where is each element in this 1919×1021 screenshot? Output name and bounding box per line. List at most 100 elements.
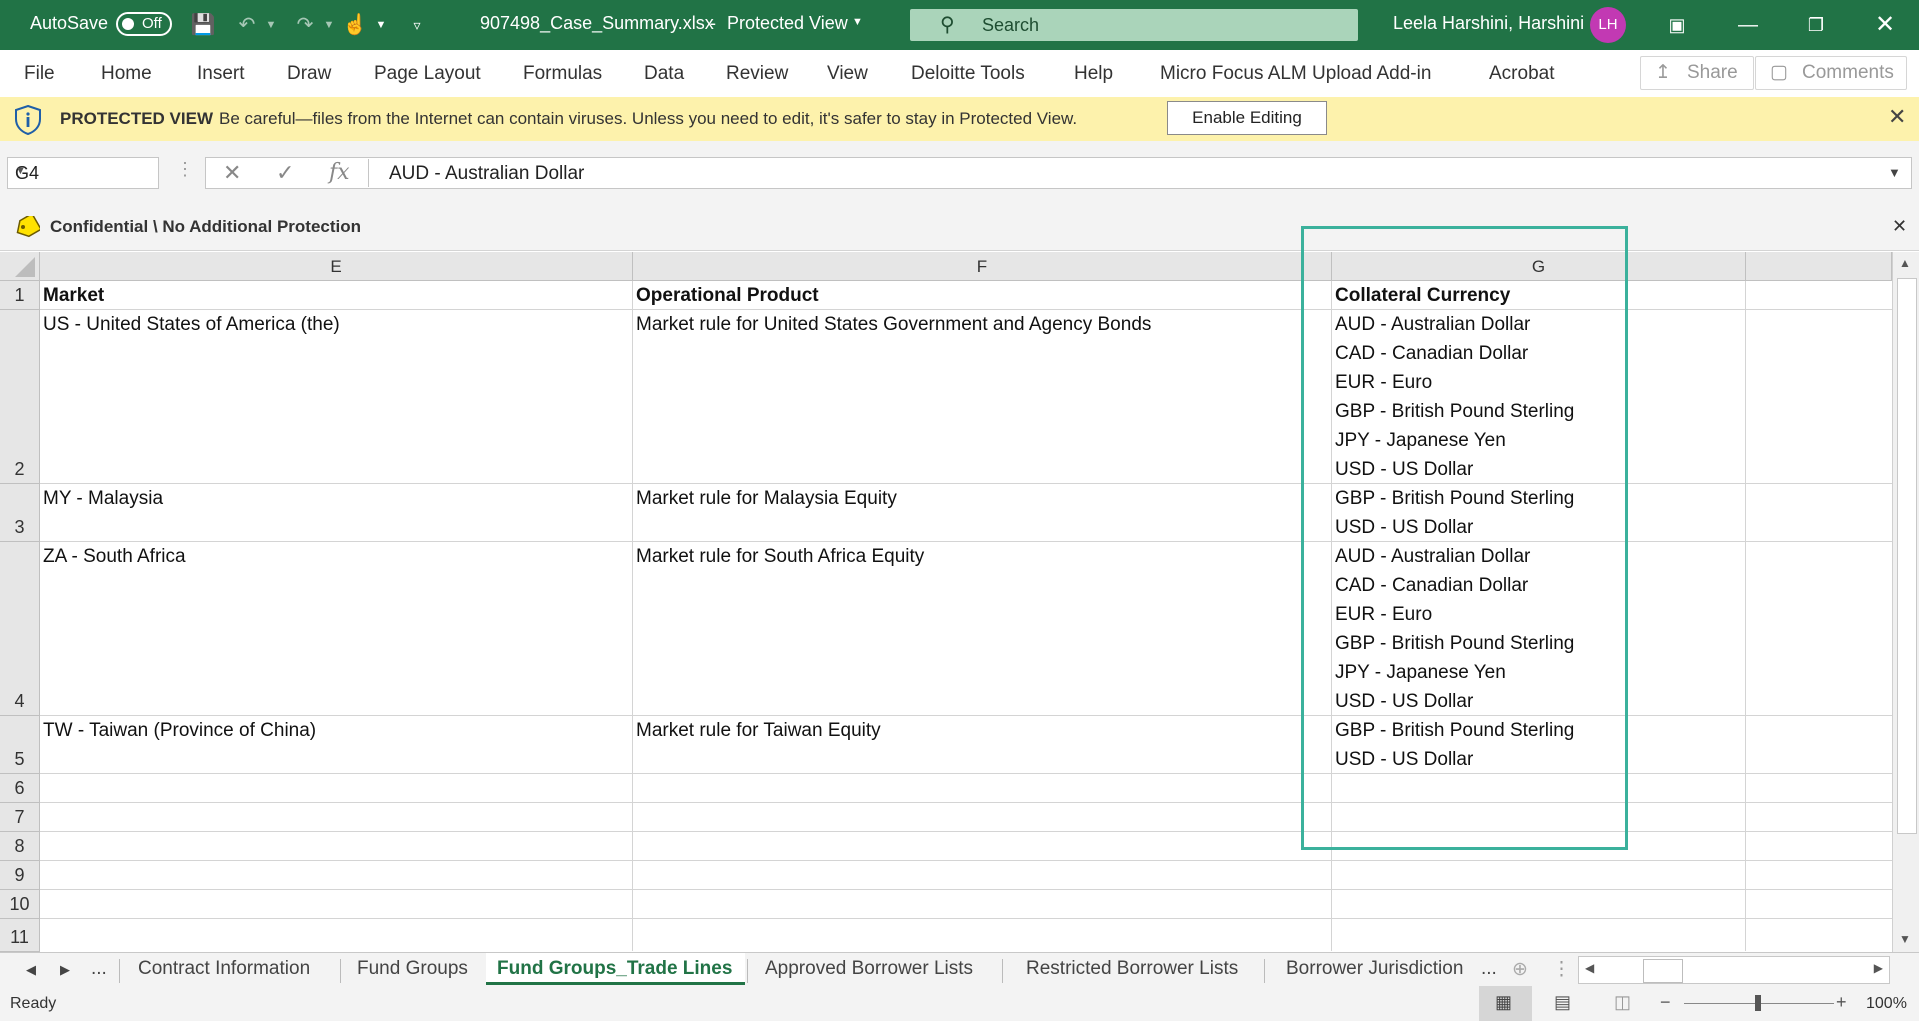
undo-dropdown-icon[interactable]: ▼ [258, 12, 284, 38]
row-header-1[interactable]: 1 [0, 281, 40, 310]
page-break-view-icon[interactable]: ◫ [1614, 992, 1631, 1013]
undo-icon[interactable]: ↶ [234, 12, 260, 38]
redo-dropdown-icon[interactable]: ▼ [316, 12, 342, 38]
comments-button[interactable]: ▢ Comments [1755, 56, 1907, 90]
row-header-5[interactable]: 5 [0, 716, 40, 774]
scroll-down-icon[interactable]: ▼ [1899, 932, 1911, 946]
scroll-thumb[interactable] [1643, 959, 1683, 983]
horizontal-scrollbar[interactable]: ◀ ▶ [1578, 956, 1890, 984]
sheet-tab-fund-groups-trade-lines[interactable]: Fund Groups_Trade Lines [497, 958, 732, 980]
tab-separator [340, 959, 341, 983]
cell-market[interactable]: TW - Taiwan (Province of China) [43, 716, 316, 745]
zoom-out-icon[interactable]: − [1660, 992, 1671, 1013]
page-layout-view-icon[interactable]: ▤ [1554, 992, 1571, 1013]
tab-page-layout[interactable]: Page Layout [374, 63, 481, 85]
sensitivity-label[interactable]: Confidential \ No Additional Protection [50, 217, 361, 237]
close-icon[interactable]: ✕ [1892, 216, 1907, 237]
tab-help[interactable]: Help [1074, 63, 1113, 85]
view-mode-dropdown-icon[interactable]: ▼ [852, 16, 863, 28]
touch-mode-dropdown-icon[interactable]: ▼ [368, 12, 394, 38]
tab-review[interactable]: Review [726, 63, 788, 85]
drag-handle-icon[interactable]: ⋮ [176, 159, 194, 180]
cell-product[interactable]: Market rule for Taiwan Equity [636, 716, 881, 745]
row-header-7[interactable]: 7 [0, 803, 40, 832]
scroll-right-icon[interactable]: ▶ [1874, 961, 1883, 975]
tab-data[interactable]: Data [644, 63, 684, 85]
enable-editing-button[interactable]: Enable Editing [1167, 101, 1327, 135]
add-sheet-icon[interactable]: ⊕ [1512, 958, 1528, 981]
minimize-icon[interactable]: — [1735, 12, 1761, 38]
header-operational-product[interactable]: Operational Product [636, 281, 819, 310]
tab-acrobat[interactable]: Acrobat [1489, 63, 1554, 85]
redo-icon[interactable]: ↷ [292, 12, 318, 38]
cell-market[interactable]: ZA - South Africa [43, 542, 186, 571]
share-button[interactable]: ↥ Share [1640, 56, 1754, 90]
vertical-scrollbar[interactable]: ▲ ▼ [1892, 252, 1919, 952]
tab-view[interactable]: View [827, 63, 868, 85]
sheet-tab-restricted-borrower-lists[interactable]: Restricted Borrower Lists [1026, 958, 1238, 980]
next-sheet-icon[interactable]: ▶ [60, 962, 70, 978]
save-icon[interactable]: 💾 [190, 12, 216, 38]
column-header-h[interactable] [1746, 252, 1892, 281]
row-header-9[interactable]: 9 [0, 861, 40, 890]
avatar[interactable]: LH [1590, 7, 1626, 43]
expand-formula-icon[interactable]: ▼ [1888, 165, 1901, 180]
row-header-2[interactable]: 2 [0, 310, 40, 484]
cell-product[interactable]: Market rule for United States Government… [636, 310, 1151, 339]
sheet-tab-borrower-jurisdiction[interactable]: Borrower Jurisdiction [1286, 958, 1463, 980]
sheet-tab-contract-information[interactable]: Contract Information [138, 958, 310, 980]
tag-icon [16, 216, 40, 238]
tab-alm-upload[interactable]: Micro Focus ALM Upload Add-in [1160, 63, 1431, 85]
more-sheets-right[interactable]: ... [1481, 958, 1497, 980]
enter-icon[interactable]: ✓ [276, 160, 294, 186]
sheet-tab-fund-groups[interactable]: Fund Groups [357, 958, 468, 980]
cell-product[interactable]: Market rule for South Africa Equity [636, 542, 924, 571]
scroll-up-icon[interactable]: ▲ [1899, 256, 1911, 270]
customize-toolbar-icon[interactable]: ▿ [404, 12, 430, 38]
cell-market[interactable]: MY - Malaysia [43, 484, 163, 513]
autosave-toggle[interactable]: Off [116, 12, 172, 36]
cancel-icon[interactable]: ✕ [223, 160, 241, 186]
ribbon-display-options-icon[interactable]: ▣ [1664, 12, 1690, 38]
normal-view-button[interactable]: ▦ [1479, 986, 1532, 1021]
zoom-in-icon[interactable]: + [1836, 992, 1847, 1013]
chevron-down-icon[interactable]: ▼ [15, 165, 150, 177]
close-window-icon[interactable]: ✕ [1872, 12, 1898, 38]
search-box[interactable]: ⚲ Search [910, 9, 1358, 41]
row-header-6[interactable]: 6 [0, 774, 40, 803]
tab-home[interactable]: Home [101, 63, 152, 85]
row-header-4[interactable]: 4 [0, 542, 40, 716]
sheet-tab-approved-borrower-lists[interactable]: Approved Borrower Lists [765, 958, 973, 980]
user-name[interactable]: Leela Harshini, Harshini [1393, 13, 1584, 34]
view-mode[interactable]: Protected View [727, 13, 848, 34]
cell-market[interactable]: US - United States of America (the) [43, 310, 340, 339]
restore-icon[interactable]: ❐ [1803, 12, 1829, 38]
close-icon[interactable]: ✕ [1888, 104, 1906, 130]
row-header-8[interactable]: 8 [0, 832, 40, 861]
tab-deloitte-tools[interactable]: Deloitte Tools [911, 63, 1025, 85]
row-header-3[interactable]: 3 [0, 484, 40, 542]
row-header-11[interactable]: 11 [0, 919, 40, 952]
scroll-left-icon[interactable]: ◀ [1585, 961, 1594, 975]
zoom-level[interactable]: 100% [1866, 995, 1907, 1013]
tab-formulas[interactable]: Formulas [523, 63, 602, 85]
name-box[interactable]: G4 ▼ [7, 157, 159, 189]
column-header-e[interactable]: E [40, 252, 633, 281]
tab-draw[interactable]: Draw [287, 63, 331, 85]
tab-file[interactable]: File [24, 63, 55, 85]
prev-sheet-icon[interactable]: ◀ [26, 962, 36, 978]
header-market[interactable]: Market [43, 281, 104, 310]
column-header-f[interactable]: F [633, 252, 1332, 281]
touch-mode-icon[interactable]: ☝ [342, 12, 368, 38]
title-bar: AutoSave Off 💾 ↶ ▼ ↷ ▼ ☝ ▼ ▿ 907498_Case… [0, 0, 1919, 50]
tab-insert[interactable]: Insert [197, 63, 245, 85]
zoom-slider-thumb[interactable] [1755, 995, 1761, 1011]
cell-product[interactable]: Market rule for Malaysia Equity [636, 484, 897, 513]
select-all-corner[interactable] [0, 252, 40, 281]
drag-handle-icon[interactable]: ⋮ [1552, 958, 1571, 981]
autosave-state: Off [142, 15, 162, 32]
row-header-10[interactable]: 10 [0, 890, 40, 919]
insert-function-icon[interactable]: fx [329, 160, 350, 185]
more-sheets-left[interactable]: ... [91, 958, 107, 980]
scroll-thumb[interactable] [1897, 278, 1917, 834]
